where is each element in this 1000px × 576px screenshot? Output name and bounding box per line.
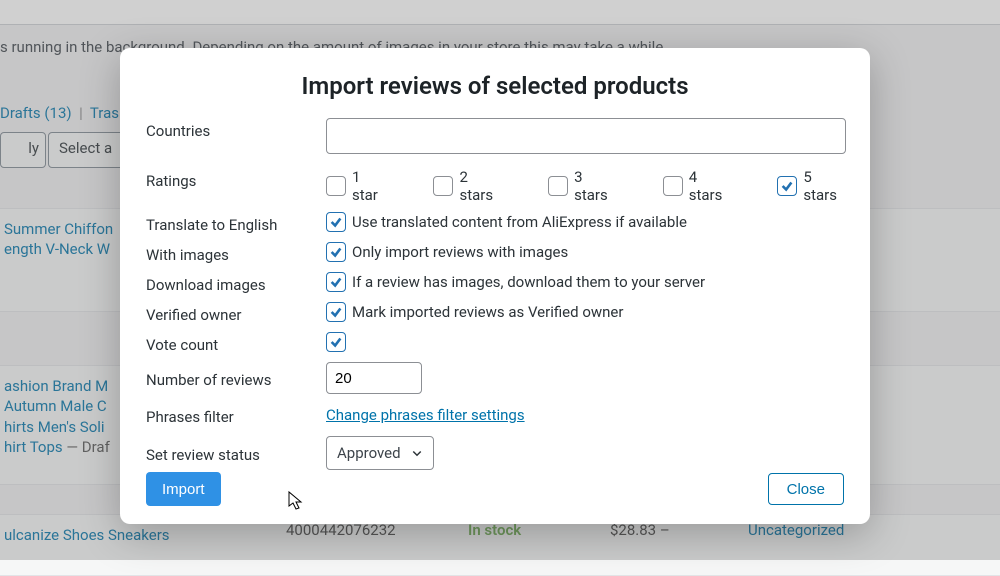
phrases-filter-link[interactable]: Change phrases filter settings xyxy=(326,406,525,424)
rating-2-checkbox[interactable]: 2 stars xyxy=(433,168,500,204)
ratings-label: Ratings xyxy=(146,168,326,190)
countries-input[interactable] xyxy=(326,118,846,154)
import-button[interactable]: Import xyxy=(146,472,221,506)
with-images-checkbox[interactable]: Only import reviews with images xyxy=(326,242,568,262)
rating-5-checkbox[interactable]: 5 stars xyxy=(777,168,844,204)
vote-label: Vote count xyxy=(146,332,326,354)
translate-checkbox[interactable]: Use translated content from AliExpress i… xyxy=(326,212,687,232)
verified-checkbox[interactable]: Mark imported reviews as Verified owner xyxy=(326,302,623,322)
verified-label: Verified owner xyxy=(146,302,326,324)
rating-3-checkbox[interactable]: 3 stars xyxy=(548,168,615,204)
translate-label: Translate to English xyxy=(146,212,326,234)
verified-text: Mark imported reviews as Verified owner xyxy=(352,303,623,321)
with-images-label: With images xyxy=(146,242,326,264)
chevron-down-icon xyxy=(411,447,423,459)
phrases-label: Phrases filter xyxy=(146,404,326,426)
status-select[interactable]: Approved xyxy=(326,436,434,470)
num-reviews-label: Number of reviews xyxy=(146,367,326,389)
download-images-label: Download images xyxy=(146,272,326,294)
download-images-text: If a review has images, download them to… xyxy=(352,273,705,291)
rating-4-checkbox[interactable]: 4 stars xyxy=(663,168,730,204)
status-value: Approved xyxy=(337,444,401,462)
download-images-checkbox[interactable]: If a review has images, download them to… xyxy=(326,272,705,292)
vote-checkbox[interactable] xyxy=(326,332,346,352)
status-label: Set review status xyxy=(146,442,326,464)
num-reviews-input[interactable] xyxy=(326,362,422,394)
import-reviews-modal: Import reviews of selected products Coun… xyxy=(120,48,870,524)
modal-title: Import reviews of selected products xyxy=(120,48,870,118)
close-button[interactable]: Close xyxy=(768,473,844,505)
countries-label: Countries xyxy=(146,118,326,140)
rating-1-checkbox[interactable]: 1 star xyxy=(326,168,385,204)
with-images-text: Only import reviews with images xyxy=(352,243,568,261)
translate-text: Use translated content from AliExpress i… xyxy=(352,213,687,231)
